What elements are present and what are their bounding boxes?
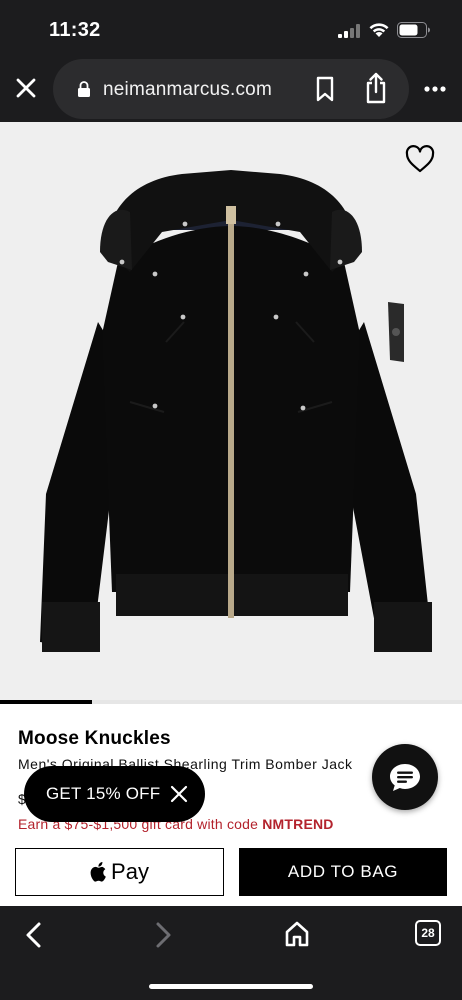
home-icon[interactable] [284,920,310,948]
close-icon[interactable] [170,785,188,803]
signal-icon [338,24,360,38]
jacket-illustration [40,170,432,652]
chat-bubble-icon [390,764,420,791]
apple-pay-label: Pay [111,859,149,884]
browser-toolbar: 28 [0,906,462,1000]
tabs-icon[interactable]: 28 [415,920,441,946]
url-text: neimanmarcus.com [103,79,272,100]
product-image[interactable] [0,122,462,700]
add-to-bag-button[interactable]: ADD TO BAG [239,848,447,896]
discount-popup[interactable]: GET 15% OFF [24,766,205,822]
apple-pay-button[interactable]: Pay [15,848,224,896]
wifi-icon [369,23,389,37]
battery-icon [397,22,430,38]
bookmark-icon[interactable] [315,76,335,102]
back-icon[interactable] [24,921,42,949]
share-icon[interactable] [364,72,388,104]
apple-logo-icon [90,862,106,882]
more-icon[interactable] [424,86,446,92]
close-icon[interactable] [14,76,38,100]
forward-icon[interactable] [155,921,173,949]
brand-name[interactable]: Moose Knuckles [18,728,171,750]
home-indicator [149,984,313,989]
heart-icon[interactable] [404,144,436,174]
status-time: 11:32 [49,19,101,41]
tab-count: 28 [421,926,435,940]
address-bar-row: neimanmarcus.com [0,58,462,122]
promo-code: NMTREND [262,816,334,832]
browser-window: 11:32 neimanmarcus.com Moose Knuckles Me… [0,0,462,1000]
discount-label[interactable]: GET 15% OFF [46,784,160,804]
chat-button[interactable] [372,744,438,810]
url-field[interactable]: neimanmarcus.com [53,59,409,119]
status-bar: 11:32 [0,0,462,58]
lock-icon [78,81,90,97]
